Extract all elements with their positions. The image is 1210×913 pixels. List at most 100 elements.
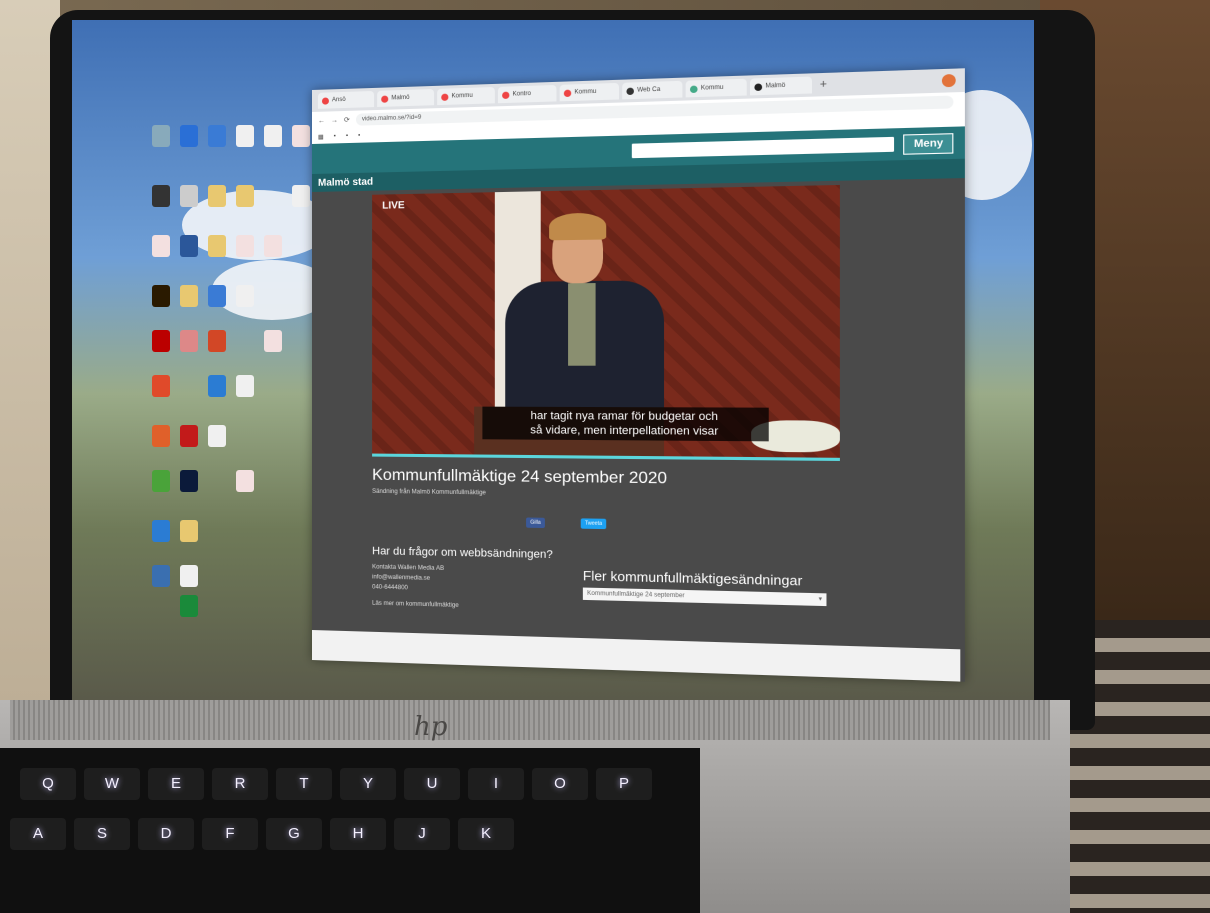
keyboard-key[interactable]: D [138, 818, 194, 850]
app-icon[interactable] [180, 185, 198, 207]
menu-button[interactable]: Meny [903, 132, 954, 155]
keyboard-key[interactable]: T [276, 768, 332, 800]
pdf-file-icon[interactable] [152, 235, 170, 257]
folder-icon[interactable] [180, 520, 198, 542]
file-icon[interactable] [180, 565, 198, 587]
browser-tab[interactable]: Kommu [685, 78, 747, 98]
chrome-icon[interactable] [152, 470, 170, 492]
favicon-icon [754, 82, 763, 91]
file-icon[interactable] [236, 285, 254, 307]
favicon-icon [563, 89, 572, 97]
reload-icon[interactable]: ⟳ [344, 116, 350, 124]
dropbox-icon[interactable] [180, 125, 198, 147]
pdf-file-icon[interactable] [236, 235, 254, 257]
app-icon[interactable] [180, 425, 198, 447]
tab-label: Web Ca [637, 86, 661, 94]
tab-label: Kommu [451, 92, 473, 100]
keyboard-key[interactable]: S [74, 818, 130, 850]
bookmark-item[interactable]: ▪ [346, 133, 348, 139]
read-more-link[interactable]: Läs mer om kommunfullmäktige [372, 599, 553, 614]
word-icon[interactable] [180, 235, 198, 257]
profile-avatar[interactable] [941, 73, 956, 88]
browser-tab[interactable]: Malmö [377, 88, 435, 107]
keyboard-key[interactable]: F [202, 818, 258, 850]
browser-tab[interactable]: Kontro [497, 84, 557, 104]
keyboard-key[interactable]: E [148, 768, 204, 800]
keyboard-key[interactable]: W [84, 768, 140, 800]
app-icon[interactable] [152, 565, 170, 587]
app-icon[interactable] [152, 185, 170, 207]
browser-tab[interactable]: Kommu [437, 86, 495, 106]
acrobat-icon[interactable] [152, 330, 170, 352]
chrome-icon[interactable] [152, 375, 170, 397]
tab-label: Malmö [765, 82, 786, 90]
recycle-bin-icon[interactable] [152, 125, 170, 147]
edge-icon[interactable] [152, 520, 170, 542]
tweet-button[interactable]: Tweeta [580, 518, 607, 530]
video-subtitle: har tagit nya ramar för budgetar och så … [482, 406, 769, 442]
site-logo[interactable]: Malmö stad [318, 176, 373, 188]
keyboard-key[interactable]: J [394, 818, 450, 850]
bookmark-item[interactable]: ▪ [358, 133, 360, 139]
chevron-down-icon: ▾ [818, 596, 823, 603]
back-icon[interactable]: ← [318, 117, 325, 124]
folder-icon[interactable] [208, 235, 226, 257]
keyboard-key[interactable]: Q [20, 768, 76, 800]
file-icon[interactable] [264, 125, 282, 147]
browser-tab-active[interactable]: Malmö [750, 76, 812, 96]
new-tab-icon[interactable]: + [820, 78, 827, 91]
keyboard-key[interactable]: H [330, 818, 386, 850]
broadcast-select[interactable]: Kommunfullmäktige 24 september ▾ [582, 587, 827, 607]
site-search-input[interactable] [631, 136, 895, 159]
bookmark-item[interactable]: ▪ [334, 133, 336, 139]
file-icon[interactable] [292, 185, 310, 207]
keyboard-key[interactable]: K [458, 818, 514, 850]
live-badge: LIVE [382, 200, 405, 212]
pc-icon[interactable] [208, 125, 226, 147]
pdf-file-icon[interactable] [264, 235, 282, 257]
keyboard-key[interactable]: P [596, 768, 652, 800]
folder-icon[interactable] [236, 185, 254, 207]
subtitle-line: har tagit nya ramar för budgetar och [530, 409, 718, 424]
favicon-icon [689, 85, 698, 93]
more-broadcasts-section: Fler kommunfullmäktigesändningar Kommunf… [582, 568, 827, 607]
file-icon[interactable] [236, 125, 254, 147]
pdf-file-icon[interactable] [292, 125, 310, 147]
powerpoint-icon[interactable] [208, 330, 226, 352]
pdf-file-icon[interactable] [264, 330, 282, 352]
illustrator-icon[interactable] [152, 285, 170, 307]
favicon-icon [441, 93, 449, 101]
page-subtitle: Sändning från Malmö Kommunfullmäktige [372, 488, 486, 497]
speaker-hair [549, 212, 607, 241]
file-icon[interactable] [208, 425, 226, 447]
folder-icon[interactable] [208, 185, 226, 207]
photoshop-icon[interactable] [180, 470, 198, 492]
app-icon[interactable] [180, 330, 198, 352]
browser-tab[interactable]: Web Ca [622, 80, 683, 100]
video-player[interactable]: LIVE har tagit nya ramar för budgetar oc… [372, 184, 840, 461]
folder-icon[interactable] [180, 285, 198, 307]
questions-title: Har du frågor om webbsändningen? [372, 545, 553, 562]
keyboard-key[interactable]: A [10, 818, 66, 850]
bookmark-item[interactable]: ▦ [318, 133, 324, 140]
keyboard-key[interactable]: I [468, 768, 524, 800]
favicon-icon [381, 95, 389, 103]
favicon-icon [626, 87, 634, 95]
facebook-like-button[interactable]: Gilla [526, 517, 545, 529]
file-icon[interactable] [208, 285, 226, 307]
browser-tab[interactable]: Ansö [317, 90, 375, 109]
excel-icon[interactable] [180, 595, 198, 617]
firefox-icon[interactable] [152, 425, 170, 447]
keyboard-key[interactable]: U [404, 768, 460, 800]
browser-tab[interactable]: Kommu [559, 82, 619, 102]
keyboard-key[interactable]: G [266, 818, 322, 850]
outlook-icon[interactable] [208, 375, 226, 397]
page-title: Kommunfullmäktige 24 september 2020 [372, 466, 668, 488]
forward-icon[interactable]: → [331, 117, 338, 124]
pdf-file-icon[interactable] [236, 470, 254, 492]
keyboard-key[interactable]: O [532, 768, 588, 800]
keyboard-key[interactable]: Y [340, 768, 396, 800]
keyboard-key[interactable]: R [212, 768, 268, 800]
tab-label: Kommu [700, 84, 724, 92]
file-icon[interactable] [236, 375, 254, 397]
